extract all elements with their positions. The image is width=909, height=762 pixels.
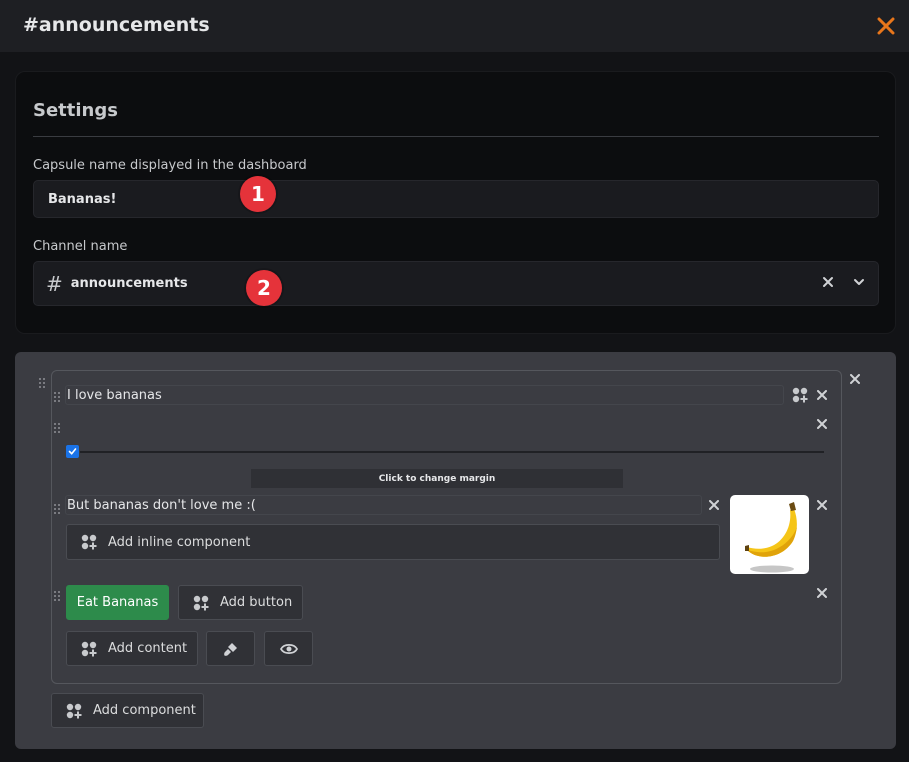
section-text-value: But bananas don't love me :( <box>67 497 256 513</box>
add-content-button[interactable]: Add content <box>66 631 198 666</box>
section-text-input[interactable]: But bananas don't love me :( <box>65 495 702 515</box>
drag-handle[interactable] <box>54 504 62 516</box>
toggle-spoiler-button[interactable] <box>264 631 313 666</box>
remove-container-button[interactable] <box>848 372 862 386</box>
clear-icon <box>823 277 833 287</box>
channel-name-label: Channel name <box>33 239 128 254</box>
component-icon <box>66 703 82 718</box>
accessory-thumbnail[interactable] <box>730 495 809 574</box>
add-component-button[interactable]: Add component <box>51 693 204 728</box>
text-component-input[interactable]: I love bananas <box>65 385 784 405</box>
channel-name-value: announcements <box>70 276 188 291</box>
capsule-name-input[interactable]: Bananas! <box>33 180 879 218</box>
chevron-down-icon <box>854 279 864 285</box>
add-inline-component-label: Add inline component <box>108 534 251 550</box>
component-icon <box>792 387 808 403</box>
separator-checkbox[interactable] <box>66 445 79 458</box>
marker-2: 2 <box>246 270 282 306</box>
banana-image <box>745 502 797 573</box>
drag-handle[interactable] <box>39 378 47 390</box>
remove-action-row-button[interactable] <box>815 586 829 600</box>
add-inline-small-button[interactable] <box>792 387 808 403</box>
eat-bananas-label: Eat Bananas <box>76 595 159 610</box>
eye-icon <box>279 643 298 654</box>
close-icon <box>817 419 827 429</box>
component-icon <box>81 534 97 550</box>
separator-line <box>80 451 824 453</box>
close-button[interactable] <box>873 13 899 39</box>
close-icon <box>817 588 827 598</box>
close-icon <box>817 390 827 400</box>
component-builder: I love bananas Click to change margin Bu… <box>15 352 896 749</box>
text-component-value: I love bananas <box>67 387 162 403</box>
remove-text-button[interactable] <box>815 388 829 402</box>
close-icon <box>877 17 895 35</box>
check-icon <box>68 448 77 455</box>
remove-section-button[interactable] <box>815 498 829 512</box>
add-inline-component-button[interactable]: Add inline component <box>66 524 720 560</box>
settings-heading: Settings <box>33 100 118 121</box>
change-margin-button[interactable]: Click to change margin <box>251 469 623 488</box>
divider <box>33 136 879 137</box>
drag-handle[interactable] <box>54 392 62 404</box>
drag-handle[interactable] <box>54 591 62 603</box>
add-content-label: Add content <box>108 641 188 656</box>
settings-panel: Settings Capsule name displayed in the d… <box>15 71 896 334</box>
capsule-name-label: Capsule name displayed in the dashboard <box>33 158 307 173</box>
accent-color-button[interactable] <box>206 631 255 666</box>
dropdown-toggle[interactable] <box>853 277 865 287</box>
close-icon <box>817 500 827 510</box>
eat-bananas-button[interactable]: Eat Bananas <box>66 585 169 620</box>
add-button-label: Add button <box>220 595 293 610</box>
hash-icon: # <box>46 271 63 296</box>
channel-select[interactable]: # announcements <box>33 261 879 306</box>
component-icon <box>193 595 209 610</box>
close-icon <box>709 500 719 510</box>
clear-button[interactable] <box>822 276 834 288</box>
remove-section-text-button[interactable] <box>707 498 721 512</box>
page-title: #announcements <box>23 14 210 36</box>
drag-handle[interactable] <box>54 423 62 435</box>
header-bar: #announcements <box>0 0 909 52</box>
add-button-button[interactable]: Add button <box>178 585 303 620</box>
add-component-label: Add component <box>93 703 196 718</box>
component-icon <box>81 641 97 656</box>
change-margin-label: Click to change margin <box>378 473 496 484</box>
close-icon <box>850 374 860 384</box>
marker-1: 1 <box>240 176 276 212</box>
brush-icon <box>223 642 237 656</box>
container-component: I love bananas Click to change margin Bu… <box>51 370 842 684</box>
remove-separator-button[interactable] <box>815 417 829 431</box>
capsule-name-value: Bananas! <box>48 191 117 207</box>
